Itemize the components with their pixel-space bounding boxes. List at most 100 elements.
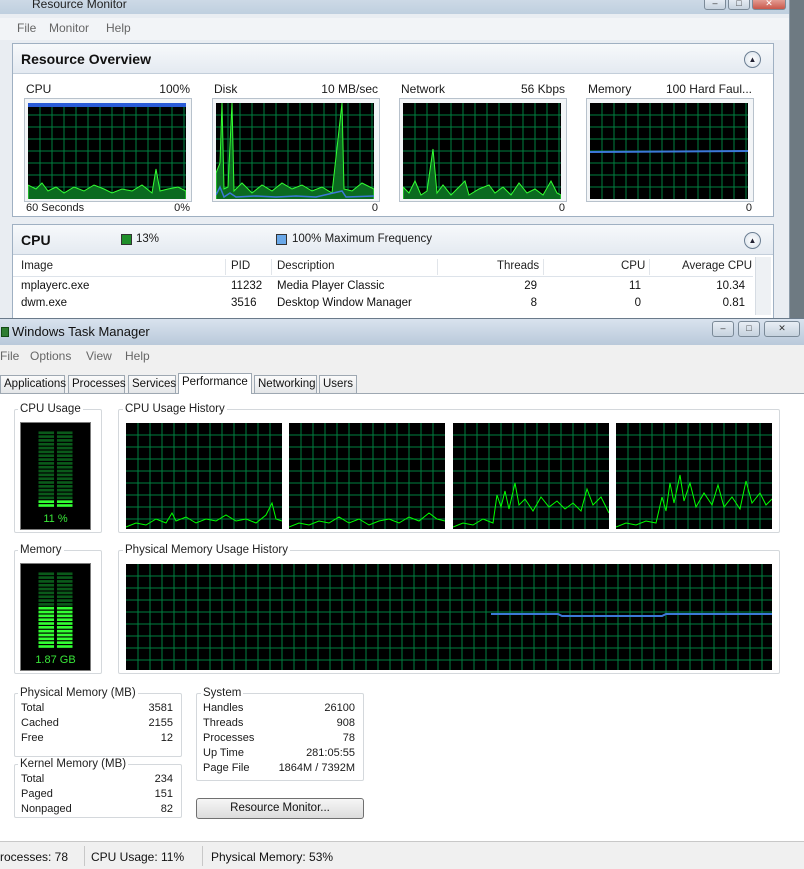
grid xyxy=(453,423,609,529)
resource-monitor-titlebar[interactable]: Resource Monitor – □ ✕ xyxy=(0,0,789,14)
status-divider xyxy=(202,846,203,866)
table-row[interactable]: mplayerc.exe 11232 Media Player Classic … xyxy=(13,279,753,296)
system-pagefile-value: 1864M / 7392M xyxy=(278,762,355,774)
menu-file[interactable]: File xyxy=(17,21,36,35)
cpu-usage-meter: 11 % xyxy=(20,422,91,530)
meter-segment xyxy=(38,599,55,602)
meter-segment xyxy=(38,446,55,450)
graph-min-value: 0 xyxy=(371,202,378,214)
task-manager-titlebar[interactable]: Windows Task Manager – □ ✕ xyxy=(0,319,804,345)
tab-applications[interactable]: Applications xyxy=(0,375,66,393)
resource-monitor-button[interactable]: Resource Monitor... xyxy=(196,798,364,819)
meter-segment xyxy=(56,454,73,458)
cpu-core-3-svg xyxy=(453,423,609,529)
column-divider[interactable] xyxy=(437,259,438,275)
cpu-panel: CPU 13% 100% Maximum Frequency ▲ Image P… xyxy=(12,224,774,320)
memory-value: 1.87 GB xyxy=(35,654,76,666)
meter-segment-lit xyxy=(56,504,73,507)
col-cpu[interactable]: CPU xyxy=(621,260,645,272)
tab-services[interactable]: Services xyxy=(128,375,176,393)
meter-segment xyxy=(38,587,55,591)
memory-history-label: Physical Memory Usage History xyxy=(123,544,290,556)
meter-segment-lit xyxy=(56,626,73,629)
meter-segment xyxy=(56,431,73,435)
cell-threads: 29 xyxy=(524,280,537,292)
memory-label: Memory xyxy=(18,544,64,556)
menu-options[interactable]: Options xyxy=(30,349,71,363)
maximize-button[interactable]: □ xyxy=(728,0,750,10)
cpu-frequency-line xyxy=(28,103,186,107)
menu-file[interactable]: File xyxy=(0,349,19,363)
cpu-table-header: Image PID Description Threads CPU Averag… xyxy=(13,257,753,277)
close-button[interactable]: ✕ xyxy=(752,0,786,10)
column-divider[interactable] xyxy=(543,259,544,275)
maximize-button[interactable]: □ xyxy=(738,321,760,337)
meter-segment xyxy=(38,583,55,587)
tab-performance[interactable]: Performance xyxy=(178,373,252,394)
menu-help[interactable]: Help xyxy=(125,349,150,363)
resource-overview-header[interactable]: Resource Overview ▲ xyxy=(13,44,773,74)
menu-view[interactable]: View xyxy=(86,349,112,363)
meter-segment-lit xyxy=(38,614,55,618)
cpu-core-2-graph xyxy=(289,423,445,529)
tab-users[interactable]: Users xyxy=(319,375,357,393)
meter-segment-lit xyxy=(38,504,55,507)
grid xyxy=(28,103,186,199)
col-pid[interactable]: PID xyxy=(231,260,250,272)
column-divider[interactable] xyxy=(225,259,226,275)
system-handles-value: 26100 xyxy=(324,702,355,714)
col-description[interactable]: Description xyxy=(277,260,335,272)
close-button[interactable]: ✕ xyxy=(764,321,800,337)
cpu-table-scrollbar[interactable] xyxy=(755,257,771,315)
physical-total-label: Total xyxy=(21,702,45,714)
table-row[interactable]: dwm.exe 3516 Desktop Window Manager 8 0 … xyxy=(13,296,753,313)
cpu-core-2-svg xyxy=(289,423,445,529)
meter-segment xyxy=(56,473,73,477)
meter-segment xyxy=(38,454,55,458)
cell-image: mplayerc.exe xyxy=(21,280,90,292)
collapse-overview-button[interactable]: ▲ xyxy=(744,51,761,68)
column-divider[interactable] xyxy=(649,259,650,275)
col-average-cpu[interactable]: Average CPU xyxy=(682,260,752,272)
graph-label: Disk xyxy=(214,82,238,96)
meter-segment-lit xyxy=(56,618,73,622)
collapse-cpu-button[interactable]: ▲ xyxy=(744,232,761,249)
task-manager-app-icon xyxy=(1,327,9,337)
cpu-core-4-graph xyxy=(616,423,772,529)
graph-min-value: 0 xyxy=(558,202,565,214)
physical-free-value: 12 xyxy=(160,732,173,744)
system-processes-label: Processes xyxy=(203,732,255,744)
meter-segment xyxy=(38,458,55,461)
graph-label: Network xyxy=(401,82,446,96)
minimize-button[interactable]: – xyxy=(704,0,726,10)
meter-segment xyxy=(56,485,73,488)
meter-segment-lit xyxy=(38,641,55,644)
meter-segment xyxy=(56,587,73,591)
tab-networking[interactable]: Networking xyxy=(254,375,317,393)
meter-segment xyxy=(38,469,55,473)
physical-memory-group: Total 3581 Cached 2155 Free 12 xyxy=(14,693,182,757)
task-manager-tabs: Applications Processes Services Performa… xyxy=(0,373,804,394)
chevron-up-icon: ▲ xyxy=(748,236,757,245)
minimize-button[interactable]: – xyxy=(712,321,734,337)
meter-segment xyxy=(56,442,73,446)
meter-segment-lit xyxy=(56,614,73,618)
cpu-panel-header[interactable]: CPU 13% 100% Maximum Frequency ▲ xyxy=(13,225,773,255)
column-divider[interactable] xyxy=(271,259,272,275)
meter-segment xyxy=(38,492,55,496)
menu-monitor[interactable]: Monitor xyxy=(49,21,89,35)
memory-history-graph xyxy=(126,564,772,670)
menu-help[interactable]: Help xyxy=(106,21,131,35)
meter-segment xyxy=(56,462,73,465)
graph-frame xyxy=(586,98,754,202)
meter-segment xyxy=(56,492,73,496)
graph-frame xyxy=(399,98,567,202)
graph-min-value: 0 xyxy=(745,202,752,214)
meter-segment xyxy=(56,599,73,602)
performance-panel: CPU Usage 11 % CPU Usage History Memory … xyxy=(0,393,804,841)
col-threads[interactable]: Threads xyxy=(497,260,539,272)
resource-overview-title: Resource Overview xyxy=(21,51,151,67)
col-image[interactable]: Image xyxy=(21,260,53,272)
meter-segment-lit xyxy=(38,637,55,641)
tab-processes[interactable]: Processes xyxy=(68,375,126,393)
